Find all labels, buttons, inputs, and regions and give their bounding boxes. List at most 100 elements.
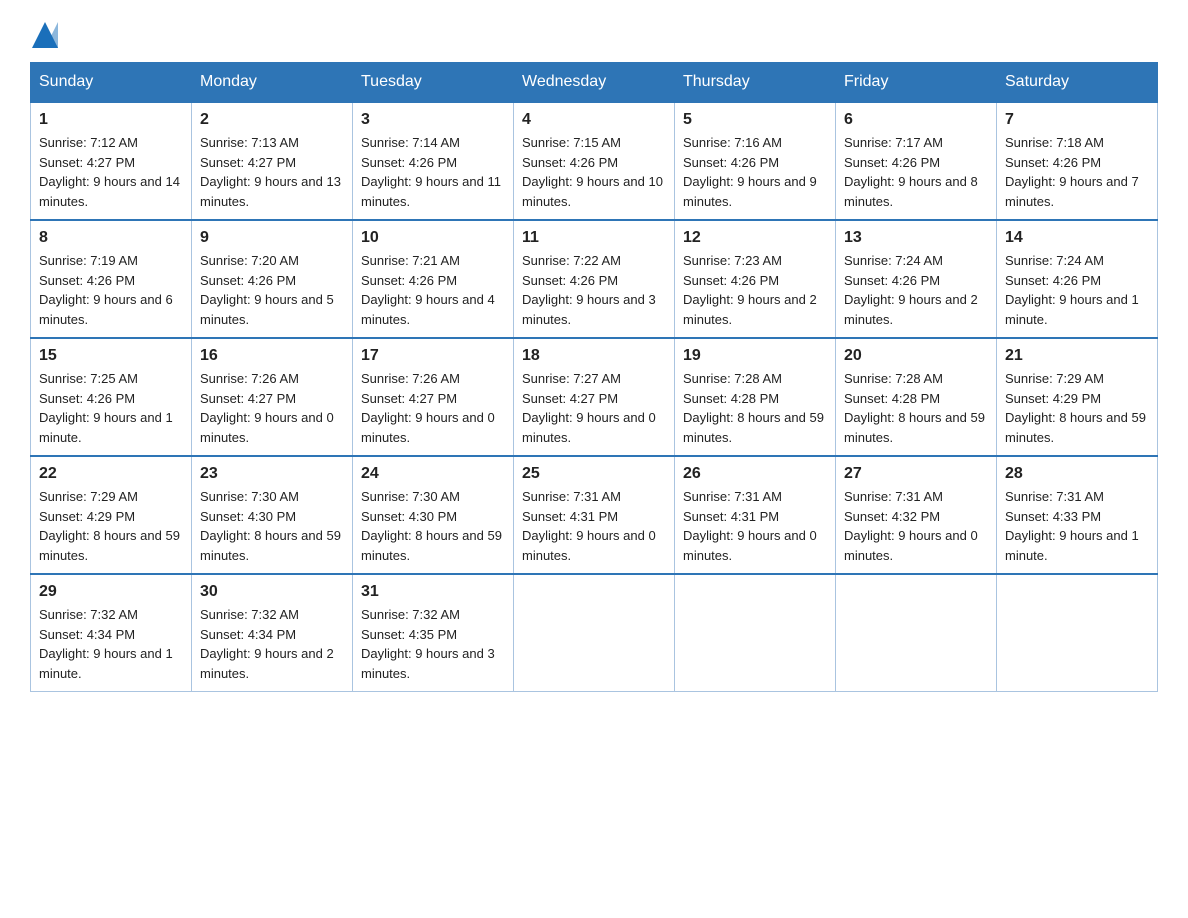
day-number: 24 (361, 465, 505, 483)
day-info: Sunrise: 7:28 AMSunset: 4:28 PMDaylight:… (683, 369, 827, 447)
day-info: Sunrise: 7:18 AMSunset: 4:26 PMDaylight:… (1005, 133, 1149, 211)
day-info: Sunrise: 7:32 AMSunset: 4:35 PMDaylight:… (361, 605, 505, 683)
day-info: Sunrise: 7:32 AMSunset: 4:34 PMDaylight:… (200, 605, 344, 683)
day-info: Sunrise: 7:27 AMSunset: 4:27 PMDaylight:… (522, 369, 666, 447)
day-number: 1 (39, 111, 183, 129)
day-info: Sunrise: 7:28 AMSunset: 4:28 PMDaylight:… (844, 369, 988, 447)
day-info: Sunrise: 7:29 AMSunset: 4:29 PMDaylight:… (1005, 369, 1149, 447)
calendar-cell: 2 Sunrise: 7:13 AMSunset: 4:27 PMDaylight… (192, 102, 353, 220)
day-number: 17 (361, 347, 505, 365)
calendar-cell: 5 Sunrise: 7:16 AMSunset: 4:26 PMDaylight… (675, 102, 836, 220)
calendar-cell: 20 Sunrise: 7:28 AMSunset: 4:28 PMDayligh… (836, 338, 997, 456)
day-info: Sunrise: 7:31 AMSunset: 4:31 PMDaylight:… (683, 487, 827, 565)
calendar-cell: 25 Sunrise: 7:31 AMSunset: 4:31 PMDayligh… (514, 456, 675, 574)
day-number: 5 (683, 111, 827, 129)
day-number: 23 (200, 465, 344, 483)
weekday-header-wednesday: Wednesday (514, 63, 675, 103)
calendar-cell: 14Sunrise: 7:24 AMSunset: 4:26 PMDayligh… (997, 220, 1158, 338)
day-number: 11 (522, 229, 666, 247)
weekday-header-thursday: Thursday (675, 63, 836, 103)
calendar-table: SundayMondayTuesdayWednesdayThursdayFrid… (30, 62, 1158, 692)
calendar-cell: 10 Sunrise: 7:21 AMSunset: 4:26 PMDayligh… (353, 220, 514, 338)
weekday-header-row: SundayMondayTuesdayWednesdayThursdayFrid… (31, 63, 1158, 103)
calendar-cell: 22 Sunrise: 7:29 AMSunset: 4:29 PMDayligh… (31, 456, 192, 574)
day-info: Sunrise: 7:29 AMSunset: 4:29 PMDaylight:… (39, 487, 183, 565)
weekday-header-saturday: Saturday (997, 63, 1158, 103)
day-number: 29 (39, 583, 183, 601)
day-number: 6 (844, 111, 988, 129)
calendar-cell: 31 Sunrise: 7:32 AMSunset: 4:35 PMDayligh… (353, 574, 514, 692)
day-info: Sunrise: 7:31 AMSunset: 4:31 PMDaylight:… (522, 487, 666, 565)
weekday-header-monday: Monday (192, 63, 353, 103)
calendar-cell (675, 574, 836, 692)
weekday-header-friday: Friday (836, 63, 997, 103)
calendar-cell: 6 Sunrise: 7:17 AMSunset: 4:26 PMDaylight… (836, 102, 997, 220)
calendar-cell: 30Sunrise: 7:32 AMSunset: 4:34 PMDayligh… (192, 574, 353, 692)
calendar-cell: 9 Sunrise: 7:20 AMSunset: 4:26 PMDaylight… (192, 220, 353, 338)
day-number: 3 (361, 111, 505, 129)
page-header (30, 20, 1158, 46)
day-number: 20 (844, 347, 988, 365)
day-number: 4 (522, 111, 666, 129)
day-number: 25 (522, 465, 666, 483)
logo-area (30, 20, 58, 46)
day-info: Sunrise: 7:30 AMSunset: 4:30 PMDaylight:… (361, 487, 505, 565)
calendar-cell (997, 574, 1158, 692)
calendar-cell: 3 Sunrise: 7:14 AMSunset: 4:26 PMDaylight… (353, 102, 514, 220)
calendar-cell: 29Sunrise: 7:32 AMSunset: 4:34 PMDayligh… (31, 574, 192, 692)
calendar-cell: 24 Sunrise: 7:30 AMSunset: 4:30 PMDayligh… (353, 456, 514, 574)
day-number: 10 (361, 229, 505, 247)
day-number: 28 (1005, 465, 1149, 483)
day-number: 22 (39, 465, 183, 483)
day-info: Sunrise: 7:30 AMSunset: 4:30 PMDaylight:… (200, 487, 344, 565)
day-info: Sunrise: 7:14 AMSunset: 4:26 PMDaylight:… (361, 133, 505, 211)
calendar-cell: 27Sunrise: 7:31 AMSunset: 4:32 PMDayligh… (836, 456, 997, 574)
calendar-cell: 7 Sunrise: 7:18 AMSunset: 4:26 PMDaylight… (997, 102, 1158, 220)
calendar-cell: 23 Sunrise: 7:30 AMSunset: 4:30 PMDayligh… (192, 456, 353, 574)
day-info: Sunrise: 7:23 AMSunset: 4:26 PMDaylight:… (683, 251, 827, 329)
day-number: 16 (200, 347, 344, 365)
calendar-cell: 4 Sunrise: 7:15 AMSunset: 4:26 PMDaylight… (514, 102, 675, 220)
day-number: 2 (200, 111, 344, 129)
day-number: 19 (683, 347, 827, 365)
day-info: Sunrise: 7:21 AMSunset: 4:26 PMDaylight:… (361, 251, 505, 329)
day-info: Sunrise: 7:31 AMSunset: 4:33 PMDaylight:… (1005, 487, 1149, 565)
day-number: 21 (1005, 347, 1149, 365)
day-number: 18 (522, 347, 666, 365)
calendar-cell: 11Sunrise: 7:22 AMSunset: 4:26 PMDayligh… (514, 220, 675, 338)
week-row-1: 1 Sunrise: 7:12 AMSunset: 4:27 PMDaylight… (31, 102, 1158, 220)
day-info: Sunrise: 7:12 AMSunset: 4:27 PMDaylight:… (39, 133, 183, 211)
day-number: 31 (361, 583, 505, 601)
calendar-cell: 17Sunrise: 7:26 AMSunset: 4:27 PMDayligh… (353, 338, 514, 456)
calendar-cell: 21 Sunrise: 7:29 AMSunset: 4:29 PMDayligh… (997, 338, 1158, 456)
week-row-3: 15 Sunrise: 7:25 AMSunset: 4:26 PMDayligh… (31, 338, 1158, 456)
day-number: 26 (683, 465, 827, 483)
day-number: 13 (844, 229, 988, 247)
week-row-2: 8Sunrise: 7:19 AMSunset: 4:26 PMDaylight… (31, 220, 1158, 338)
week-row-5: 29 Sunrise: 7:32 AMSunset: 4:34 PMDayligh… (31, 574, 1158, 692)
calendar-cell: 15 Sunrise: 7:25 AMSunset: 4:26 PMDayligh… (31, 338, 192, 456)
day-number: 15 (39, 347, 183, 365)
calendar-cell: 18 Sunrise: 7:27 AMSunset: 4:27 PMDayligh… (514, 338, 675, 456)
day-info: Sunrise: 7:25 AMSunset: 4:26 PMDaylight:… (39, 369, 183, 447)
weekday-header-sunday: Sunday (31, 63, 192, 103)
calendar-cell: 19 Sunrise: 7:28 AMSunset: 4:28 PMDayligh… (675, 338, 836, 456)
calendar-cell: 8Sunrise: 7:19 AMSunset: 4:26 PMDaylight… (31, 220, 192, 338)
day-info: Sunrise: 7:13 AMSunset: 4:27 PMDaylight:… (200, 133, 344, 211)
calendar-cell: 16Sunrise: 7:26 AMSunset: 4:27 PMDayligh… (192, 338, 353, 456)
day-info: Sunrise: 7:17 AMSunset: 4:26 PMDaylight:… (844, 133, 988, 211)
calendar-cell: 1 Sunrise: 7:12 AMSunset: 4:27 PMDaylight… (31, 102, 192, 220)
day-info: Sunrise: 7:20 AMSunset: 4:26 PMDaylight:… (200, 251, 344, 329)
logo-triangle-icon (32, 22, 58, 48)
day-info: Sunrise: 7:15 AMSunset: 4:26 PMDaylight:… (522, 133, 666, 211)
calendar-cell (836, 574, 997, 692)
day-number: 7 (1005, 111, 1149, 129)
day-number: 12 (683, 229, 827, 247)
day-number: 27 (844, 465, 988, 483)
day-number: 9 (200, 229, 344, 247)
calendar-cell: 26 Sunrise: 7:31 AMSunset: 4:31 PMDayligh… (675, 456, 836, 574)
day-number: 8 (39, 229, 183, 247)
calendar-cell: 13Sunrise: 7:24 AMSunset: 4:26 PMDayligh… (836, 220, 997, 338)
day-info: Sunrise: 7:24 AMSunset: 4:26 PMDaylight:… (1005, 251, 1149, 329)
day-info: Sunrise: 7:16 AMSunset: 4:26 PMDaylight:… (683, 133, 827, 211)
